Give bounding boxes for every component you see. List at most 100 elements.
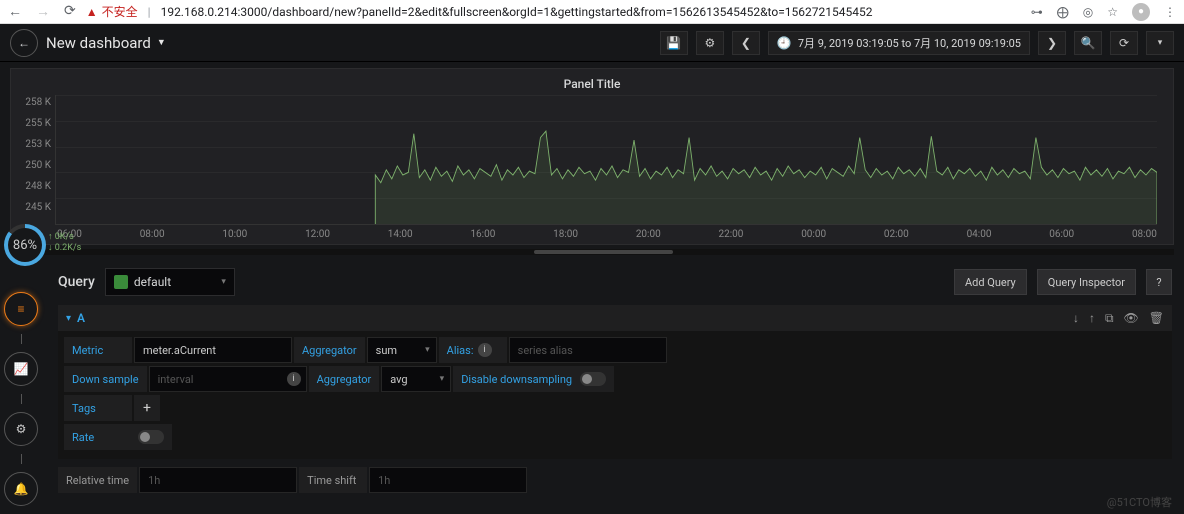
aggregator2-select[interactable]: avg — [381, 366, 451, 392]
tab-general[interactable]: ⚙ — [4, 412, 38, 446]
add-query-button[interactable]: Add Query — [954, 269, 1027, 295]
key-icon[interactable]: ⊶ — [1031, 5, 1043, 19]
warning-icon: ▲ — [86, 5, 98, 19]
query-section-label: Query — [58, 274, 95, 290]
gauge-widget: 86% — [4, 224, 46, 266]
forward-icon[interactable]: → — [36, 3, 50, 20]
arrow-left-icon: ← — [18, 36, 30, 50]
dashboard-title: New dashboard — [46, 34, 151, 52]
tab-queries[interactable]: ≡ — [4, 292, 38, 326]
query-letter: A — [77, 311, 85, 325]
bell-icon: 🔔 — [14, 482, 29, 496]
refresh-menu-button[interactable]: ▾ — [1146, 31, 1174, 55]
time-forward-button[interactable]: ❯ — [1038, 31, 1066, 55]
plot-area[interactable] — [55, 95, 1157, 225]
metric-input[interactable] — [134, 337, 292, 363]
delete-icon[interactable]: 🗑 — [1149, 311, 1164, 326]
y-axis: 258 K 255 K 253 K 250 K 248 K 245 K — [19, 95, 55, 225]
downsample-label: Down sample — [64, 366, 147, 392]
query-row-header: ▾ A ↓ ↑ ⧉ 👁 🗑 — [58, 305, 1172, 331]
extensions-icon[interactable]: ◎ — [1083, 5, 1093, 19]
editor-side-tabs: ≡ 📈 ⚙ 🔔 — [4, 292, 38, 506]
avatar-icon[interactable]: ● — [1132, 3, 1150, 21]
database-icon: ≡ — [17, 302, 24, 316]
dashboard-title-picker[interactable]: New dashboard ▼ — [46, 34, 166, 52]
menu-icon[interactable]: ⋮ — [1164, 5, 1176, 19]
aggregator-select[interactable]: sum — [367, 337, 437, 363]
save-button[interactable]: 💾 — [660, 31, 688, 55]
gauge-value: 86% — [8, 228, 42, 262]
relative-time-input[interactable] — [139, 467, 297, 493]
browser-nav: ← → ⟳ — [8, 3, 76, 20]
info-icon[interactable]: i — [478, 343, 492, 357]
scroll-thumb[interactable] — [534, 250, 674, 254]
move-down-icon[interactable]: ↓ — [1073, 311, 1079, 326]
clock-icon: 🕘 — [777, 36, 792, 50]
refresh-button[interactable]: ⟳ — [1110, 31, 1138, 55]
time-back-button[interactable]: ❮ — [732, 31, 760, 55]
chevron-down-icon: ▾ — [1158, 38, 1163, 48]
chevron-right-icon: ❯ — [1047, 36, 1057, 50]
time-shift-label: Time shift — [299, 467, 367, 493]
save-icon: 💾 — [666, 36, 681, 50]
duplicate-icon[interactable]: ⧉ — [1105, 311, 1114, 326]
time-range-picker[interactable]: 🕘 7月 9, 2019 03:19:05 to 7月 10, 2019 09:… — [768, 31, 1030, 55]
browser-chrome: ← → ⟳ ▲ 不安全 | 192.168.0.214:3000/dashboa… — [0, 0, 1184, 24]
panel-title[interactable]: Panel Title — [19, 77, 1165, 91]
toggle-visibility-icon[interactable]: 👁 — [1124, 311, 1139, 326]
rate-toggle[interactable]: Rate — [64, 424, 172, 450]
query-inspector-button[interactable]: Query Inspector — [1037, 269, 1136, 295]
time-range-label: 7月 9, 2019 03:19:05 to 7月 10, 2019 09:19… — [798, 35, 1021, 51]
datasource-icon — [114, 275, 128, 289]
address-bar[interactable]: 192.168.0.214:3000/dashboard/new?panelId… — [161, 5, 1021, 19]
chevron-down-icon: ▼ — [157, 37, 166, 48]
add-tag-button[interactable]: + — [134, 395, 160, 421]
metric-label: Metric — [64, 337, 132, 363]
gauge-stats: ↑ 0K/s ↓ 0.2K/s — [48, 232, 81, 254]
reload-icon[interactable]: ⟳ — [64, 3, 76, 20]
gear-icon: ⚙ — [705, 36, 716, 50]
horizontal-scrollbar[interactable] — [10, 249, 1174, 255]
browser-right-icons: ⊶ ⨁ ◎ ☆ ● ⋮ — [1031, 3, 1176, 21]
switch[interactable] — [580, 372, 606, 386]
watermark: @51CTO博客 — [1107, 494, 1172, 510]
gear-icon: ⚙ — [16, 422, 27, 436]
zoom-out-button[interactable]: 🔍 — [1074, 31, 1102, 55]
chevron-left-icon: ❮ — [741, 36, 751, 50]
query-body: Metric Aggregator sum Alias:i Down sampl… — [58, 331, 1172, 459]
alias-input[interactable] — [509, 337, 667, 363]
tab-alert[interactable]: 🔔 — [4, 472, 38, 506]
switch[interactable] — [138, 430, 164, 444]
tab-visualization[interactable]: 📈 — [4, 352, 38, 386]
back-icon[interactable]: ← — [8, 3, 22, 20]
chart-area: 258 K 255 K 253 K 250 K 248 K 245 K — [19, 95, 1165, 225]
info-icon[interactable]: i — [287, 372, 301, 386]
interval-input[interactable] — [149, 366, 307, 392]
star-icon[interactable]: ☆ — [1107, 5, 1118, 19]
query-header: Query default ▾ Add Query Query Inspecto… — [58, 265, 1172, 299]
disable-downsampling-toggle[interactable]: Disable downsampling — [453, 366, 614, 392]
aggregator-label: Aggregator — [294, 337, 365, 363]
aggregator2-label: Aggregator — [309, 366, 380, 392]
tags-label: Tags — [64, 395, 132, 421]
move-up-icon[interactable]: ↑ — [1089, 311, 1095, 326]
graph-panel: Panel Title 258 K 255 K 253 K 250 K 248 … — [10, 68, 1174, 245]
settings-button[interactable]: ⚙ — [696, 31, 724, 55]
collapse-toggle[interactable]: ▾ — [66, 313, 71, 324]
translate-icon[interactable]: ⨁ — [1057, 5, 1069, 19]
time-shift-input[interactable] — [369, 467, 527, 493]
back-button[interactable]: ← — [10, 29, 38, 57]
security-warning[interactable]: ▲ 不安全 — [86, 3, 138, 20]
datasource-picker[interactable]: default ▾ — [105, 268, 235, 296]
chevron-down-icon: ▾ — [221, 277, 226, 287]
question-icon: ? — [1156, 276, 1161, 289]
chart-icon: 📈 — [14, 362, 29, 376]
dashboard-toolbar: ← New dashboard ▼ 💾 ⚙ ❮ 🕘 7月 9, 2019 03:… — [0, 24, 1184, 62]
query-editor: Query default ▾ Add Query Query Inspecto… — [58, 265, 1172, 459]
refresh-icon: ⟳ — [1119, 36, 1129, 50]
line-chart — [56, 95, 1157, 224]
query-time-options: Relative time Time shift — [58, 467, 1172, 493]
query-help-button[interactable]: ? — [1146, 269, 1172, 295]
zoom-out-icon: 🔍 — [1081, 36, 1096, 50]
query-row-actions: ↓ ↑ ⧉ 👁 🗑 — [1073, 311, 1164, 326]
